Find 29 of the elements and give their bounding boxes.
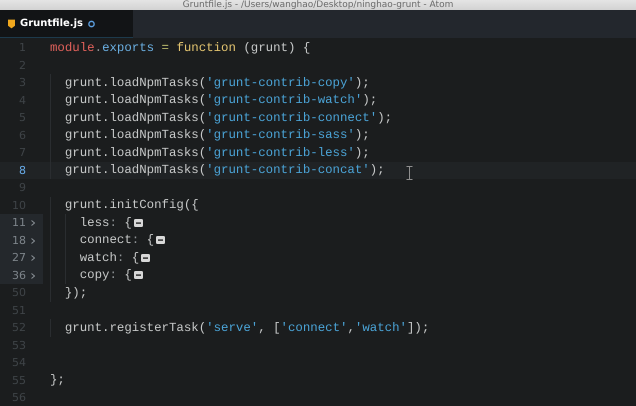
code-line: less: { xyxy=(78,216,132,230)
line-number: 36 xyxy=(12,268,26,282)
code-line: connect: { xyxy=(78,233,154,248)
code-line: grunt.loadNpmTasks('grunt-contrib-sass'); xyxy=(64,128,370,142)
code-line: watch: { xyxy=(78,250,140,265)
text-cursor-icon xyxy=(406,166,413,180)
code-line: copy: { xyxy=(78,268,132,282)
file-icon xyxy=(8,18,16,28)
fold-ellipsis-icon[interactable] xyxy=(134,218,143,227)
code-line: grunt.loadNpmTasks('grunt-contrib-watch'); xyxy=(64,93,378,108)
line-number: 11 xyxy=(12,216,26,230)
line-number: 18 xyxy=(12,234,26,247)
code-line: grunt.loadNpmTasks('grunt-contrib-concat'); xyxy=(64,163,385,178)
code-line: grunt.loadNpmTasks('grunt-contrib-copy'); xyxy=(64,76,370,90)
code-line: grunt.loadNpmTasks('grunt-contrib-less'); xyxy=(64,146,370,160)
code-line: module.exports = function (grunt) { xyxy=(50,40,310,55)
code-line: grunt.initConfig({ xyxy=(64,198,199,212)
code-line: }); xyxy=(64,286,88,300)
line-number: 27 xyxy=(12,251,26,264)
window-title: Gruntfile.js - /Users/wanghao/Desktop/ninghao-grunt - Atom xyxy=(182,0,454,10)
line-number: 8 xyxy=(19,164,26,177)
editor-tab[interactable]: Gruntfile.js xyxy=(0,10,133,38)
fold-ellipsis-icon[interactable] xyxy=(134,271,143,280)
fold-ellipsis-icon[interactable] xyxy=(156,236,166,244)
fold-ellipsis-icon[interactable] xyxy=(141,254,150,262)
code-line: grunt.loadNpmTasks('grunt-contrib-connect'); xyxy=(64,110,392,125)
tab-label: Gruntfile.js xyxy=(20,18,83,29)
code-line: grunt.registerTask('serve', ['connect','watch']); xyxy=(64,320,430,335)
code-line: }; xyxy=(50,373,65,388)
